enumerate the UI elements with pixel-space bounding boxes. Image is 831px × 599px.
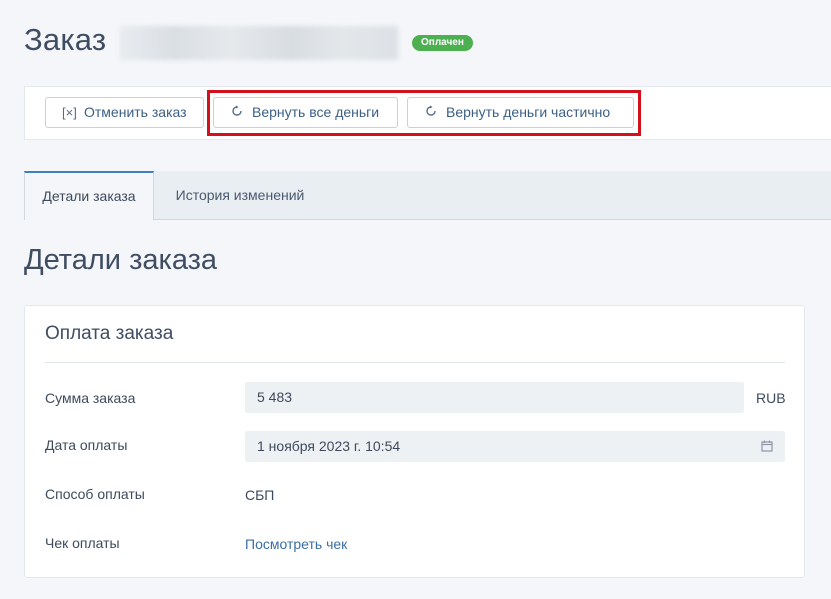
tab-order-details[interactable]: Детали заказа [24,171,154,220]
amount-field[interactable]: 5 483 [245,382,744,413]
receipt-label: Чек оплаты [45,535,120,551]
page-title: Заказ [24,22,107,57]
tab-change-history[interactable]: История изменений [160,171,320,220]
payment-method-label: Способ оплаты [45,486,145,502]
section-title: Детали заказа [24,244,218,276]
view-receipt-link[interactable]: Посмотреть чек [245,536,347,552]
payment-method-value: СБП [245,487,275,503]
cancel-bracket-icon: [×] [62,105,77,120]
calendar-icon[interactable] [761,439,773,452]
divider [45,362,785,363]
order-number-redacted [119,26,398,60]
currency-label: RUB [756,390,786,406]
payment-date-label: Дата оплаты [45,437,128,453]
refund-buttons-highlight [207,90,641,136]
cancel-order-label: Отменить заказ [84,104,187,120]
cancel-order-button[interactable]: [×] Отменить заказ [45,97,204,128]
payment-card-title: Оплата заказа [45,323,174,344]
status-badge: Оплачен [412,35,473,51]
amount-label: Сумма заказа [45,390,136,406]
payment-date-field[interactable]: 1 ноября 2023 г. 10:54 [245,431,785,462]
